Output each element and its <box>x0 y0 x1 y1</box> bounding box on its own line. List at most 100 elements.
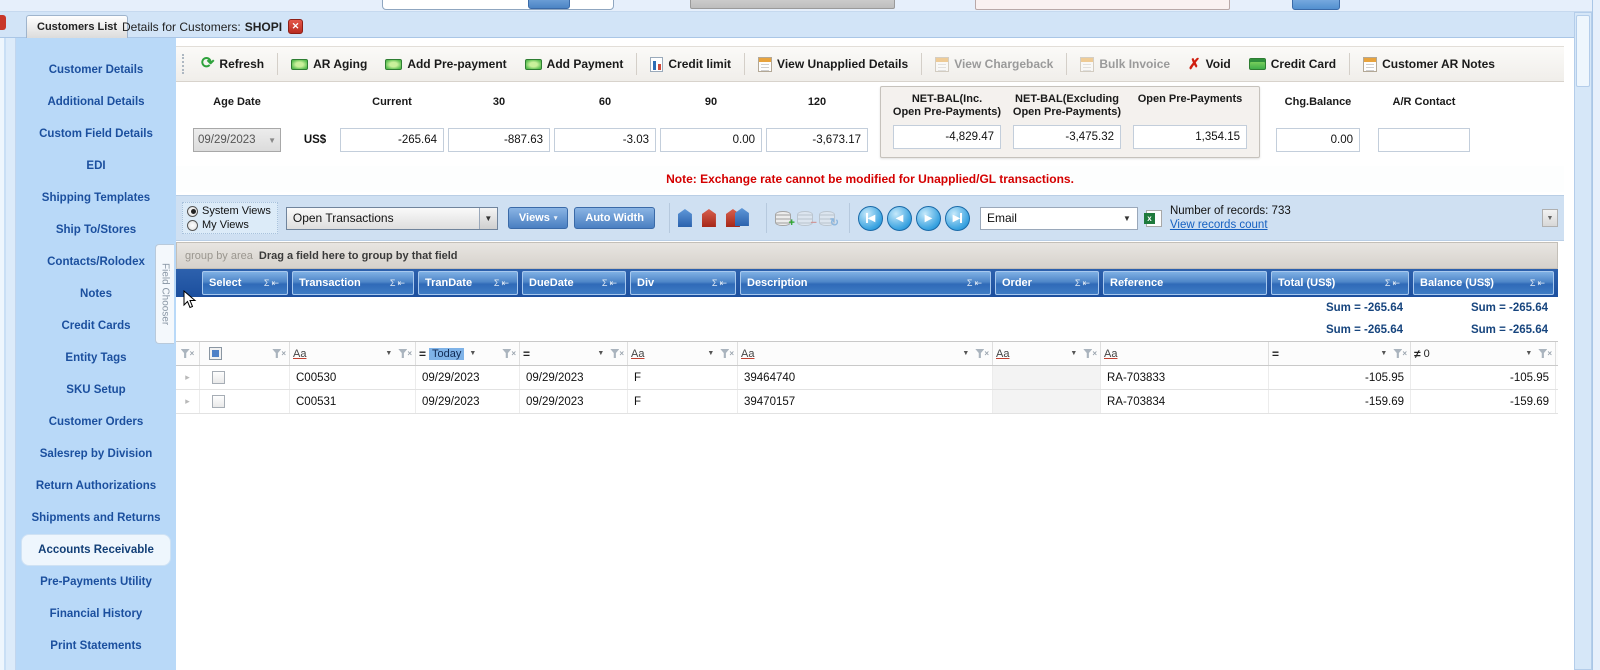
void-button[interactable]: ✗ Void <box>1181 51 1238 77</box>
sidebar-item-notes[interactable]: Notes <box>16 278 176 310</box>
chevron-down-icon[interactable]: ▼ <box>1070 350 1077 357</box>
chevron-down-icon[interactable]: ▼ <box>478 207 497 229</box>
table-row[interactable]: ▸ C00530 09/29/2023 09/29/2023 F 3946474… <box>176 366 1558 390</box>
sidebar-item-shipping-templates[interactable]: Shipping Templates <box>16 182 176 214</box>
tab-details-for-customer[interactable]: Details for Customers: SHOPI ✕ <box>112 15 313 38</box>
chevron-down-icon[interactable]: ▼ <box>1380 350 1387 357</box>
clear-filter-icon[interactable]: × <box>720 349 734 358</box>
sidebar-item-financial-history[interactable]: Financial History <box>16 598 176 630</box>
view-chargeback-button[interactable]: View Chargeback <box>928 51 1060 77</box>
left-splitter[interactable] <box>0 38 16 670</box>
top-input-partial[interactable] <box>382 0 614 10</box>
clear-filter-icon[interactable]: × <box>180 349 194 358</box>
pin-icon[interactable]: ⇤ <box>1537 278 1547 288</box>
view-unapplied-details-button[interactable]: View Unapplied Details <box>751 51 915 77</box>
text-filter-icon[interactable]: Aa <box>741 348 754 360</box>
filter-description-cell[interactable]: Aa ▼ × <box>738 342 993 365</box>
email-action-select[interactable]: Email ▼ <box>979 206 1138 230</box>
filter-transaction-cell[interactable]: Aa ▼ × <box>290 342 416 365</box>
filter-trandate-cell[interactable]: = Today ▼ × <box>416 342 520 365</box>
multi-tag-icon[interactable] <box>725 208 752 228</box>
chevron-down-icon[interactable]: ▼ <box>962 350 969 357</box>
sidebar-item-return-authorizations[interactable]: Return Authorizations <box>16 470 176 502</box>
text-filter-icon[interactable]: Aa <box>631 348 644 360</box>
select-all-checkbox[interactable] <box>209 347 222 360</box>
column-header-transaction[interactable]: Transaction Σ⇤ <box>292 271 414 295</box>
remove-record-icon[interactable]: − <box>796 210 817 228</box>
pin-icon[interactable]: ⇤ <box>719 278 729 288</box>
age-date-select[interactable]: 09/29/2023 ▼ <box>193 128 281 152</box>
export-excel-icon[interactable]: x <box>1143 209 1162 227</box>
field-chooser-tab[interactable]: Field Chooser <box>155 244 174 344</box>
chevron-down-icon[interactable]: ▼ <box>385 350 392 357</box>
column-header-duedate[interactable]: DueDate Σ⇤ <box>522 271 626 295</box>
column-header-reference[interactable]: Reference <box>1103 271 1267 295</box>
sidebar-item-custom-field-details[interactable]: Custom Field Details <box>16 118 176 150</box>
pin-icon[interactable]: ⇤ <box>974 278 984 288</box>
sidebar-item-edi[interactable]: EDI <box>16 150 176 182</box>
sidebar-item-customer-details[interactable]: Customer Details <box>16 54 176 86</box>
add-pre-payment-button[interactable]: Add Pre-payment <box>378 51 513 77</box>
close-tab-icon[interactable]: ✕ <box>288 19 304 34</box>
refresh-record-icon[interactable]: ↻ <box>818 210 839 228</box>
trandate-filter-value[interactable]: Today <box>429 347 465 360</box>
sidebar-item-customer-orders[interactable]: Customer Orders <box>16 406 176 438</box>
sidebar-item-ship-to-stores[interactable]: Ship To/Stores <box>16 214 176 246</box>
chevron-down-icon[interactable]: ▼ <box>469 350 476 357</box>
equals-filter-icon[interactable]: = <box>419 347 426 361</box>
pin-icon[interactable]: ⇤ <box>1392 278 1402 288</box>
last-record-button[interactable]: ▶ <box>944 205 970 231</box>
top-button-partial[interactable] <box>528 0 570 9</box>
column-header-select[interactable]: Select Σ⇤ <box>202 271 288 295</box>
column-header-div[interactable]: Div Σ⇤ <box>630 271 736 295</box>
refresh-button[interactable]: ⟳ Refresh <box>194 51 271 77</box>
chevron-down-icon[interactable]: ▼ <box>597 350 604 357</box>
not-equal-filter-icon[interactable]: ≠ <box>1414 347 1421 361</box>
credit-limit-button[interactable]: Credit limit <box>643 51 738 77</box>
pin-icon[interactable]: ⇤ <box>397 278 407 288</box>
pin-icon[interactable]: ⇤ <box>271 278 281 288</box>
views-button[interactable]: Views ▾ <box>507 207 569 229</box>
pin-icon[interactable]: ⇤ <box>501 278 511 288</box>
row-checkbox[interactable] <box>212 371 225 384</box>
clear-filter-icon[interactable]: × <box>1538 349 1552 358</box>
clear-filter-icon[interactable]: × <box>272 349 286 358</box>
text-filter-icon[interactable]: Aa <box>996 348 1009 360</box>
sidebar-item-entity-tags[interactable]: Entity Tags <box>16 342 176 374</box>
filter-duedate-cell[interactable]: = ▼ × <box>520 342 628 365</box>
column-header-balance[interactable]: Balance (US$) Σ⇤ <box>1413 271 1554 295</box>
filter-div-cell[interactable]: Aa ▼ × <box>628 342 738 365</box>
filter-reference-cell[interactable]: Aa <box>1101 342 1269 365</box>
sidebar-item-shipments-and-returns[interactable]: Shipments and Returns <box>16 502 176 534</box>
previous-record-button[interactable]: ◀ <box>886 205 912 231</box>
column-header-total[interactable]: Total (US$) Σ⇤ <box>1271 271 1409 295</box>
filter-order-cell[interactable]: Aa ▼ × <box>993 342 1101 365</box>
text-filter-icon[interactable]: Aa <box>1104 348 1117 360</box>
table-row[interactable]: ▸ C00531 09/29/2023 09/29/2023 F 3947015… <box>176 390 1558 414</box>
balance-filter-value[interactable]: 0 <box>1424 348 1430 360</box>
clear-filter-icon[interactable]: × <box>1083 349 1097 358</box>
column-header-trandate[interactable]: TranDate Σ⇤ <box>418 271 518 295</box>
add-record-icon[interactable]: + <box>774 210 795 228</box>
credit-card-button[interactable]: Credit Card <box>1242 51 1343 77</box>
view-select[interactable]: Open Transactions ▼ <box>285 206 498 230</box>
add-payment-button[interactable]: Add Payment <box>518 51 631 77</box>
clear-filter-icon[interactable]: × <box>502 349 516 358</box>
sidebar-item-credit-cards[interactable]: Credit Cards <box>16 310 176 342</box>
filter-total-cell[interactable]: = ▼ × <box>1269 342 1411 365</box>
toolbar-overflow-button[interactable]: ▼ <box>1542 209 1558 227</box>
top-button2-partial[interactable] <box>1292 0 1340 10</box>
my-views-radio[interactable]: My Views <box>187 219 271 231</box>
view-records-count-link[interactable]: View records count <box>1170 218 1291 232</box>
next-record-button[interactable]: ▶ <box>915 205 941 231</box>
chevron-down-icon[interactable]: ▼ <box>1525 350 1532 357</box>
clear-filter-icon[interactable]: × <box>398 349 412 358</box>
clear-filter-icon[interactable]: × <box>1393 349 1407 358</box>
row-checkbox[interactable] <box>212 395 225 408</box>
red-tag-icon[interactable] <box>701 209 716 227</box>
blue-tag-icon[interactable] <box>677 209 692 227</box>
bulk-invoice-button[interactable]: Bulk Invoice <box>1073 51 1177 77</box>
sidebar-item-print-statements[interactable]: Print Statements <box>16 630 176 662</box>
first-record-button[interactable]: ◀ <box>857 205 883 231</box>
clear-filter-icon[interactable]: × <box>610 349 624 358</box>
